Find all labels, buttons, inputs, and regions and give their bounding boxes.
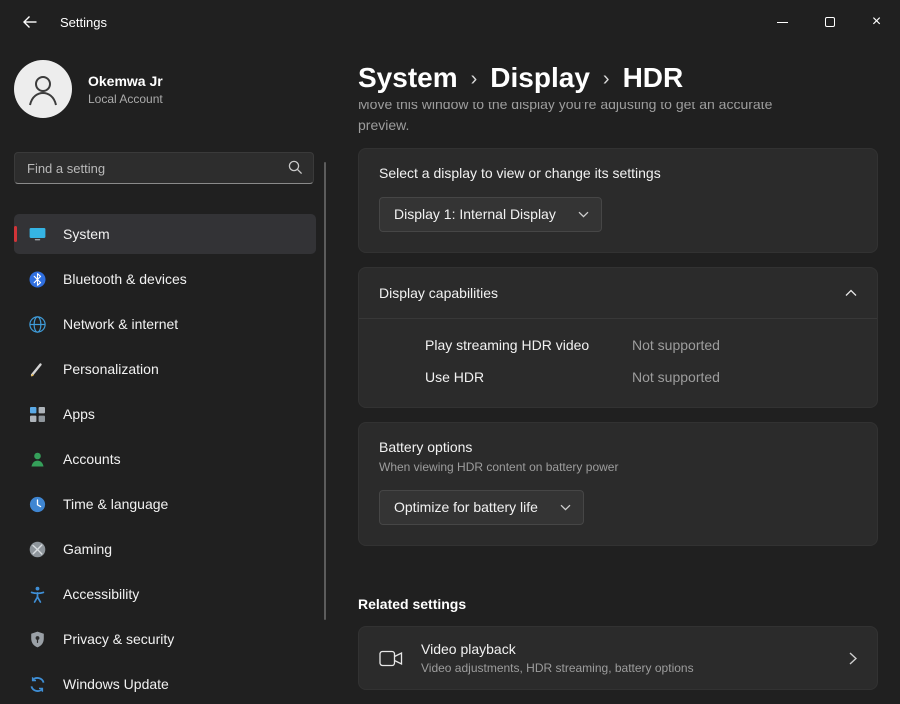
breadcrumb-system[interactable]: System: [358, 62, 458, 94]
select-display-card: Select a display to view or change its s…: [358, 148, 878, 253]
window-controls: ×: [759, 0, 900, 44]
avatar: [14, 60, 72, 118]
sidebar-item-label: System: [63, 226, 110, 242]
sidebar-item-bluetooth-devices[interactable]: Bluetooth & devices: [14, 259, 316, 299]
sidebar-item-label: Network & internet: [63, 316, 178, 332]
capability-value: Not supported: [632, 365, 857, 389]
sidebar-item-label: Apps: [63, 406, 95, 422]
sidebar-item-network-internet[interactable]: Network & internet: [14, 304, 316, 344]
minimize-button[interactable]: [759, 0, 806, 44]
page-title: HDR: [623, 62, 684, 94]
personalization-icon: [28, 360, 47, 379]
sidebar-item-accessibility[interactable]: Accessibility: [14, 574, 316, 614]
display-capabilities-title: Display capabilities: [379, 285, 498, 301]
search-icon: [287, 159, 304, 176]
chevron-up-icon: [845, 289, 857, 297]
battery-options-title: Battery options: [379, 439, 857, 455]
sidebar-item-label: Windows Update: [63, 676, 169, 692]
privacy-icon: [28, 630, 47, 649]
bluetooth-icon: [28, 270, 47, 289]
sidebar-item-label: Privacy & security: [63, 631, 174, 647]
video-playback-link[interactable]: Video playback Video adjustments, HDR st…: [358, 626, 878, 690]
gaming-icon: [28, 540, 47, 559]
time-language-icon: [28, 495, 47, 514]
battery-options-subtitle: When viewing HDR content on battery powe…: [379, 460, 857, 474]
back-arrow-icon: [22, 14, 38, 30]
sidebar-item-accounts[interactable]: Accounts: [14, 439, 316, 479]
apps-icon: [28, 405, 47, 424]
sidebar: Okemwa Jr Local Account: [0, 44, 330, 694]
sidebar-item-label: Time & language: [63, 496, 168, 512]
display-capabilities-body: Play streaming HDR video Not supported U…: [359, 318, 877, 407]
sidebar-item-gaming[interactable]: Gaming: [14, 529, 316, 569]
sidebar-item-windows-update[interactable]: Windows Update: [14, 664, 316, 704]
system-icon: [28, 225, 47, 244]
window-title: Settings: [60, 15, 107, 30]
chevron-down-icon: [560, 504, 571, 511]
display-select-dropdown[interactable]: Display 1: Internal Display: [379, 197, 602, 232]
video-playback-title: Video playback: [421, 641, 831, 657]
windows-update-icon: [28, 675, 47, 694]
selected-indicator-pill: [14, 226, 17, 242]
sidebar-item-label: Gaming: [63, 541, 112, 557]
search-box: [14, 152, 314, 184]
sidebar-item-personalization[interactable]: Personalization: [14, 349, 316, 389]
sidebar-nav: System Bluetooth & devices: [0, 214, 330, 704]
sidebar-item-system[interactable]: System: [14, 214, 316, 254]
search-input[interactable]: [14, 152, 314, 184]
close-button[interactable]: ×: [853, 0, 900, 44]
breadcrumb-display[interactable]: Display: [490, 62, 590, 94]
battery-options-value: Optimize for battery life: [394, 499, 538, 515]
breadcrumb: System › Display › HDR: [358, 62, 878, 94]
breadcrumb-separator: ›: [603, 66, 610, 91]
select-display-label: Select a display to view or change its s…: [379, 165, 857, 181]
maximize-button[interactable]: [806, 0, 853, 44]
sidebar-item-label: Personalization: [63, 361, 159, 377]
chevron-right-icon: [849, 652, 857, 665]
display-capabilities-card: Display capabilities Play streaming HDR …: [358, 267, 878, 408]
maximize-icon: [825, 17, 835, 27]
chevron-down-icon: [578, 211, 589, 218]
breadcrumb-separator: ›: [471, 66, 478, 91]
battery-options-dropdown[interactable]: Optimize for battery life: [379, 490, 584, 525]
sidebar-item-time-language[interactable]: Time & language: [14, 484, 316, 524]
display-select-value: Display 1: Internal Display: [394, 206, 556, 222]
related-settings-header: Related settings: [358, 596, 878, 612]
sidebar-item-label: Bluetooth & devices: [63, 271, 187, 287]
sidebar-item-privacy-security[interactable]: Privacy & security: [14, 619, 316, 659]
sidebar-item-label: Accounts: [63, 451, 121, 467]
video-playback-icon: [379, 650, 403, 667]
video-playback-subtitle: Video adjustments, HDR streaming, batter…: [421, 661, 831, 675]
account-type: Local Account: [88, 92, 163, 106]
accounts-icon: [28, 450, 47, 469]
sidebar-scrollbar[interactable]: [324, 162, 326, 620]
minimize-icon: [777, 22, 788, 23]
capability-name: Use HDR: [425, 365, 632, 389]
battery-options-card: Battery options When viewing HDR content…: [358, 422, 878, 546]
main-content: System › Display › HDR Move this window …: [330, 44, 900, 694]
display-capabilities-header[interactable]: Display capabilities: [359, 268, 877, 318]
user-profile[interactable]: Okemwa Jr Local Account: [0, 44, 330, 130]
capability-name: Play streaming HDR video: [425, 333, 632, 357]
scrolled-hint-text: Move this window to the display you're a…: [358, 102, 858, 136]
back-button[interactable]: [8, 5, 52, 39]
accessibility-icon: [28, 585, 47, 604]
capability-value: Not supported: [632, 333, 857, 357]
user-name: Okemwa Jr: [88, 73, 163, 89]
sidebar-item-label: Accessibility: [63, 586, 139, 602]
sidebar-item-apps[interactable]: Apps: [14, 394, 316, 434]
titlebar: Settings ×: [0, 0, 900, 44]
network-icon: [28, 315, 47, 334]
close-icon: ×: [872, 14, 881, 30]
